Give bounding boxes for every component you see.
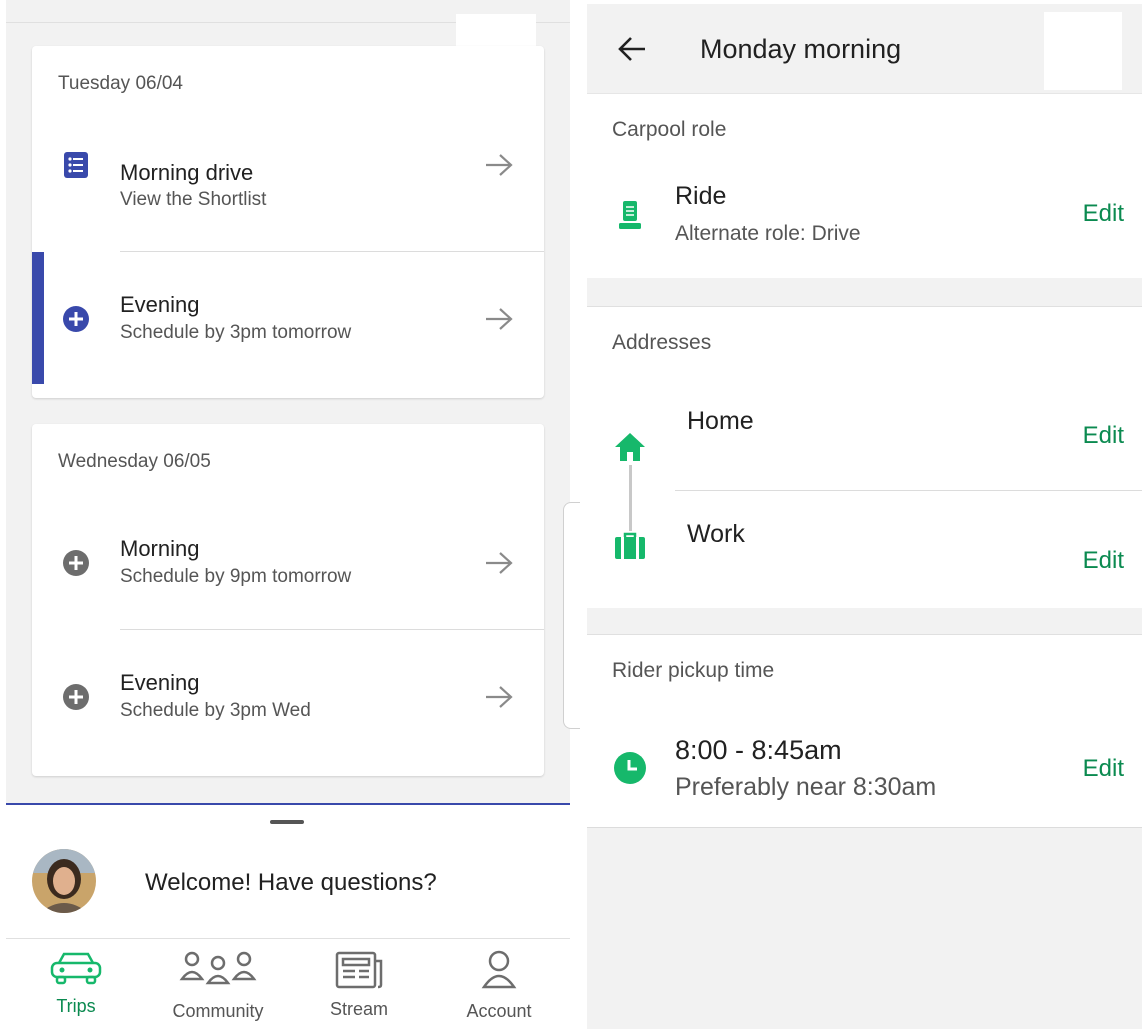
trip-row-morning[interactable]: Morning Schedule by 9pm tomorrow — [32, 496, 544, 630]
nav-community[interactable]: Community — [158, 939, 278, 1029]
arrow-right-icon — [486, 308, 513, 330]
trip-row-evening[interactable]: Evening Schedule by 3pm Wed — [32, 630, 544, 764]
addresses-section: Addresses Home Edit Work Edit — [587, 306, 1142, 608]
trip-subtitle: Schedule by 3pm Wed — [120, 700, 311, 721]
bottom-nav: Trips Community Stream Account — [6, 938, 570, 1029]
work-address[interactable]: Work — [687, 520, 745, 549]
edit-home-button[interactable]: Edit — [1083, 422, 1124, 450]
trip-detail-screen: Monday morning Carpool role Ride Alterna… — [587, 4, 1142, 1029]
nav-account[interactable]: Account — [439, 939, 559, 1029]
arrow-right-icon — [486, 552, 513, 574]
nav-label: Community — [172, 1001, 264, 1021]
car-seat-icon — [619, 201, 641, 229]
pickup-time: 8:00 - 8:45am — [675, 735, 842, 765]
pickup-preference: Preferably near 8:30am — [675, 773, 937, 801]
clock-icon — [614, 752, 646, 784]
trip-title: Evening — [120, 292, 200, 317]
add-circle-icon — [63, 684, 89, 710]
role-title: Ride — [675, 182, 727, 210]
list-icon — [64, 152, 88, 178]
add-circle-icon — [63, 306, 89, 332]
section-header: Addresses — [612, 331, 712, 354]
trip-subtitle: Schedule by 3pm tomorrow — [120, 322, 352, 343]
trip-row-evening[interactable]: Evening Schedule by 3pm tomorrow — [32, 252, 544, 386]
trip-title: Morning drive — [120, 160, 254, 185]
nav-label: Stream — [329, 999, 389, 1019]
day-date: Tuesday 06/04 — [58, 73, 183, 94]
nav-stream[interactable]: Stream — [299, 939, 419, 1029]
trip-subtitle: View the Shortlist — [120, 189, 267, 210]
day-card-tuesday: Tuesday 06/04 Morning drive View the Sho… — [32, 46, 544, 398]
alternate-role: Alternate role: Drive — [675, 222, 861, 245]
edit-role-button[interactable]: Edit — [1083, 200, 1124, 228]
carpool-role-section: Carpool role Ride Alternate role: Drive … — [587, 94, 1142, 278]
briefcase-icon — [615, 532, 645, 559]
welcome-text[interactable]: Welcome! Have questions? — [145, 869, 437, 897]
add-circle-icon — [63, 550, 89, 576]
back-arrow-icon[interactable] — [617, 36, 647, 62]
avatar-image — [32, 849, 96, 913]
section-header: Rider pickup time — [612, 659, 775, 682]
nav-trips[interactable]: Trips — [16, 939, 136, 1029]
home-address[interactable]: Home — [687, 407, 754, 436]
divider — [675, 490, 1142, 491]
trip-row-morning-drive[interactable]: Morning drive View the Shortlist — [32, 98, 544, 232]
trips-screen: Tuesday 06/04 Morning drive View the Sho… — [6, 0, 570, 1029]
card-peek — [563, 502, 580, 729]
nav-label: Account — [466, 1001, 532, 1021]
section-header: Carpool role — [612, 118, 727, 141]
car-icon — [50, 952, 102, 985]
home-icon — [615, 433, 645, 461]
day-date: Wednesday 06/05 — [58, 451, 211, 472]
arrow-right-icon — [486, 154, 513, 176]
avatar — [32, 849, 96, 913]
pickup-time-section: Rider pickup time 8:00 - 8:45am Preferab… — [587, 634, 1142, 828]
top-bar: Monday morning — [587, 4, 1142, 94]
nav-label: Trips — [56, 996, 96, 1016]
blank-area — [1044, 12, 1122, 90]
edit-pickup-button[interactable]: Edit — [1083, 755, 1124, 783]
route-line — [629, 465, 632, 531]
drag-handle[interactable] — [270, 820, 304, 824]
arrow-right-icon — [486, 686, 513, 708]
day-card-wednesday: Wednesday 06/05 Morning Schedule by 9pm … — [32, 424, 544, 776]
people-icon — [179, 951, 257, 985]
page-title: Monday morning — [700, 34, 902, 64]
trip-title: Morning — [120, 536, 200, 561]
newspaper-icon — [335, 951, 383, 989]
trip-title: Evening — [120, 670, 200, 695]
person-icon — [481, 950, 517, 989]
edit-work-button[interactable]: Edit — [1083, 547, 1124, 575]
trip-subtitle: Schedule by 9pm tomorrow — [120, 566, 352, 587]
